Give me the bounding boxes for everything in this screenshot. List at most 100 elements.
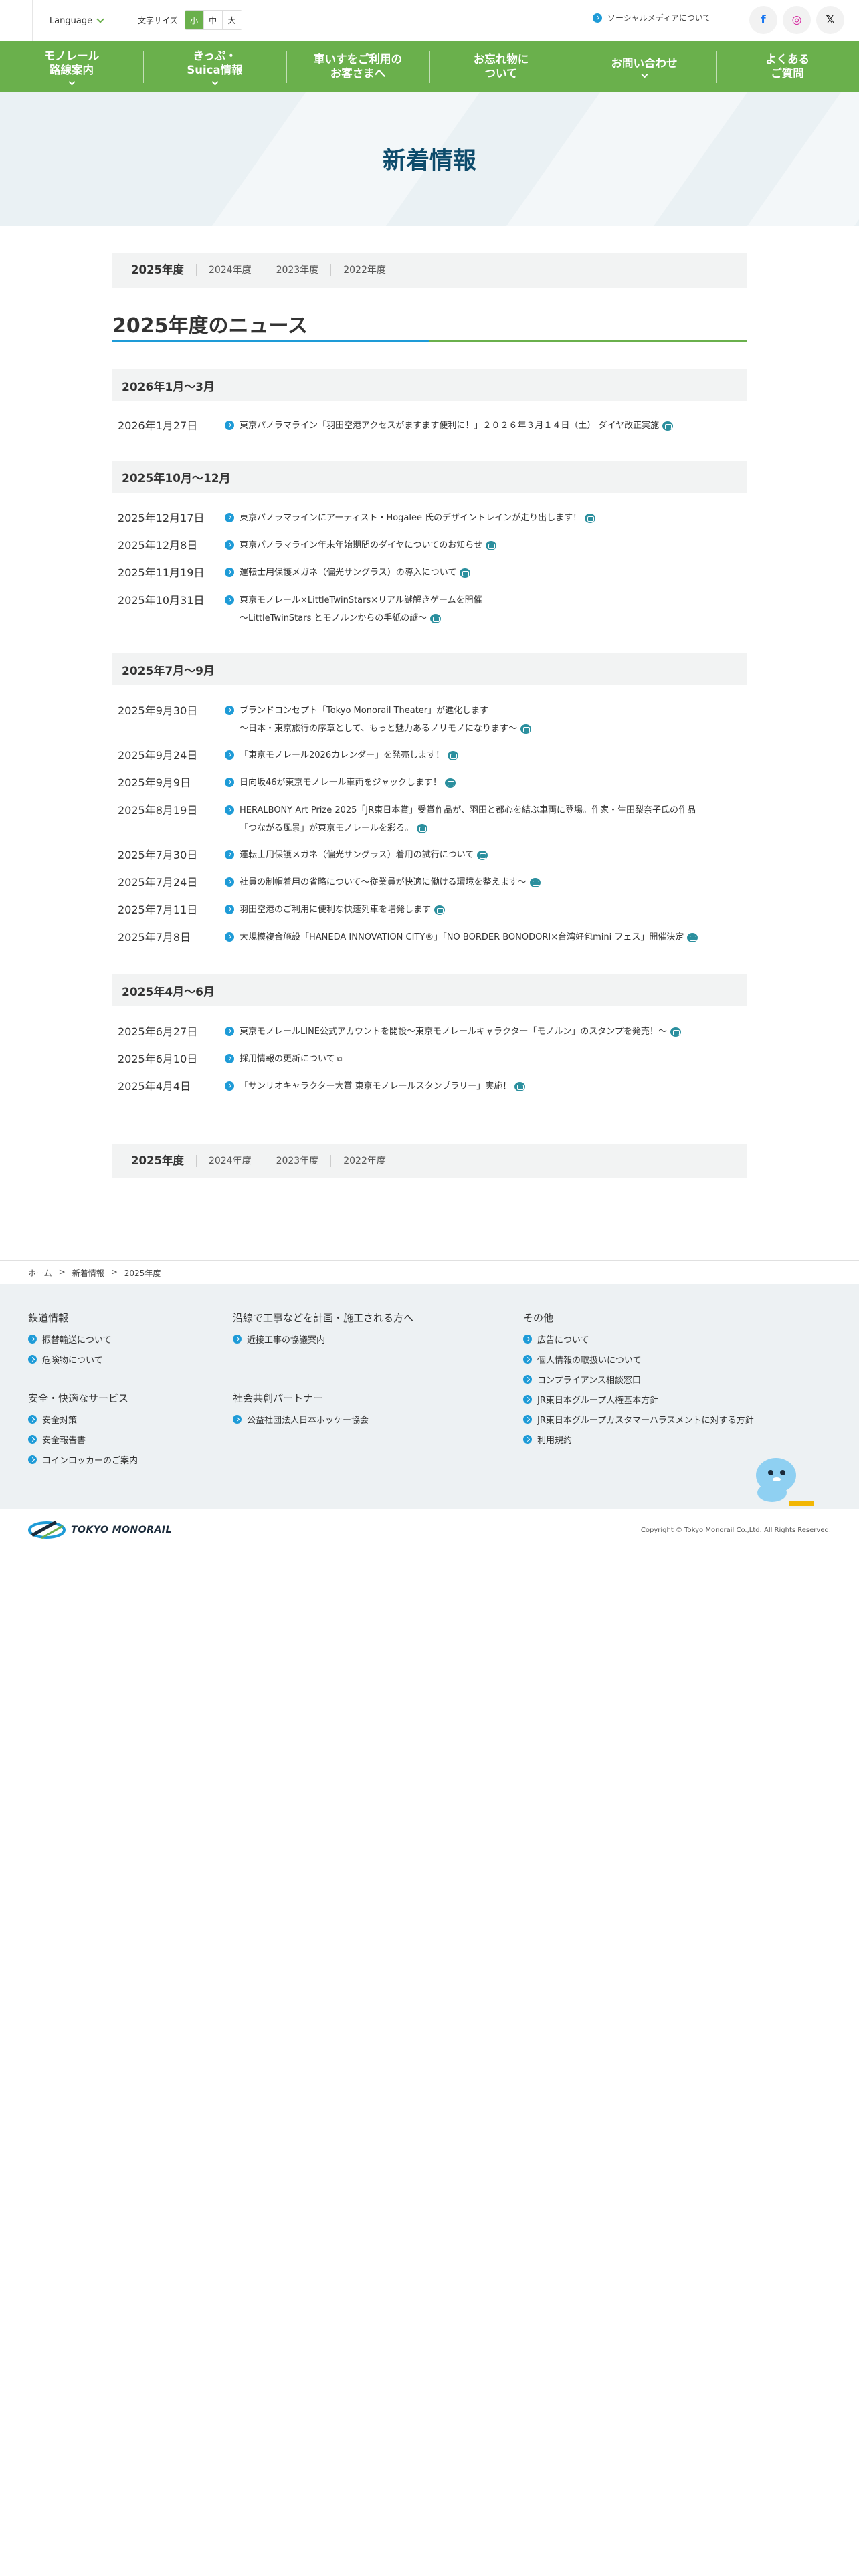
news-item[interactable]: 2025年9月24日 「東京モノレール2026カレンダー」を発売します！ (118, 746, 747, 764)
year-tabs: 2025年度 2024年度 2023年度 2022年度 (112, 253, 747, 288)
footer-link[interactable]: 振替輸送について (28, 1333, 112, 1346)
nav-tickets-suica[interactable]: きっぷ・ Suica情報 (143, 41, 286, 92)
news-item[interactable]: 2025年9月30日 ブランドコンセプト「Tokyo Monorail Thea… (118, 702, 747, 738)
arrow-circle-icon (225, 850, 234, 859)
footer-link-label: 危険物について (42, 1356, 103, 1366)
new-badge-icon (585, 513, 596, 523)
nav-label: ついて (484, 67, 518, 80)
nav-lost-items[interactable]: お忘れ物に ついて (430, 41, 573, 92)
news-date: 2025年12月17日 (118, 512, 205, 524)
year-tab-2024[interactable]: 2024年度 (195, 264, 264, 276)
news-item[interactable]: 2025年7月24日 社員の制帽着用の省略について〜従業員が快適に働ける環境を整… (118, 873, 747, 891)
copyright: Copyright © Tokyo Monorail Co.,Ltd. All … (640, 1527, 831, 1534)
nav-wheelchair[interactable]: 車いすをご利用の お客さまへ (286, 41, 430, 92)
footer-link[interactable]: 安全対策 (28, 1413, 77, 1426)
footer-link[interactable]: 利用規約 (523, 1433, 572, 1446)
arrow-circle-icon (28, 1435, 37, 1444)
year-tab-2024[interactable]: 2024年度 (195, 1155, 264, 1167)
font-size-large-button[interactable]: 大 (222, 11, 242, 29)
footer-link[interactable]: JR東日本グループカスタマーハラスメントに対する方針 (523, 1413, 754, 1426)
breadcrumb-home[interactable]: ホーム (28, 1267, 52, 1279)
news-title: 「サンリオキャラクター大賞 東京モノレールスタンプラリー」実施！ (240, 1081, 512, 1091)
news-item[interactable]: 2025年12月8日 東京パノラマライン年末年始期間のダイヤについてのお知らせ (118, 536, 747, 554)
footer-link-label: 安全報告書 (42, 1436, 86, 1446)
font-size-medium-button[interactable]: 中 (203, 11, 223, 29)
footer-link[interactable]: 広告について (523, 1333, 589, 1346)
footer-link[interactable]: 近接工事の協議案内 (233, 1333, 325, 1346)
language-selector[interactable]: Language (32, 0, 120, 41)
news-title: HERALBONY Art Prize 2025「JR東日本賞」受賞作品が、羽田… (240, 805, 696, 815)
news-item[interactable]: 2025年6月10日 採用情報の更新について ⧉ (118, 1050, 747, 1068)
arrow-circle-icon (225, 778, 234, 787)
news-date: 2025年11月19日 (118, 566, 205, 579)
footer-link[interactable]: コインロッカーのご案内 (28, 1453, 138, 1466)
news-item[interactable]: 2025年7月30日 運転士用保護メガネ（偏光サングラス）着用の試行について (118, 846, 747, 864)
year-tab-2022[interactable]: 2022年度 (330, 1155, 398, 1167)
footer-link[interactable]: JR東日本グループ人権基本方針 (523, 1393, 658, 1406)
footer-link[interactable]: 個人情報の取扱いについて (523, 1353, 642, 1366)
new-badge-icon (670, 1027, 681, 1037)
news-title: 「東京モノレール2026カレンダー」を発売します！ (240, 750, 445, 760)
font-size-label: 文字サイズ (138, 15, 178, 25)
footer-link-label: コンプライアンス相談窓口 (537, 1376, 641, 1386)
x-twitter-icon[interactable]: 𝕏 (816, 6, 844, 34)
news-item[interactable]: 2025年9月9日 日向坂46が東京モノレール車両をジャックします！ (118, 774, 747, 792)
footer-heading: 安全・快適なサービス (28, 1392, 129, 1404)
social-media-link[interactable]: ソーシャルメディアについて (593, 12, 711, 23)
news-item[interactable]: 2026年1月27日 東京パノラマライン「羽田空港アクセスがますます便利に！」２… (118, 417, 747, 435)
news-title: 運転士用保護メガネ（偏光サングラス）の導入について (240, 568, 457, 578)
news-item[interactable]: 2025年11月19日 運転士用保護メガネ（偏光サングラス）の導入について (118, 564, 747, 582)
footer-link[interactable]: 公益社団法人日本ホッケー協会 (233, 1413, 369, 1426)
new-badge-icon (477, 850, 488, 860)
new-badge-icon (520, 724, 531, 734)
news-item[interactable]: 2025年6月27日 東京モノレールLINE公式アカウントを開設〜東京モノレール… (118, 1023, 747, 1041)
font-size-small-button[interactable]: 小 (185, 11, 204, 29)
news-date: 2025年8月19日 (118, 804, 198, 817)
news-date: 2025年9月30日 (118, 704, 198, 717)
news-title: 大規模複合施設「HANEDA INNOVATION CITY®」「NO BORD… (240, 932, 684, 942)
year-tab-2023[interactable]: 2023年度 (263, 1155, 331, 1167)
news-date: 2025年7月30日 (118, 849, 198, 861)
nav-label: よくある (765, 53, 809, 66)
breadcrumb-news[interactable]: 新着情報 (72, 1267, 104, 1279)
news-item[interactable]: 2025年7月11日 羽田空港のご利用に便利な快速列車を増発します (118, 901, 747, 919)
footer-link-label: 安全対策 (42, 1416, 78, 1426)
global-nav: モノレール 路線案内 きっぷ・ Suica情報 車いすをご利用の お客さまへ お… (0, 41, 859, 92)
news-date: 2025年4月4日 (118, 1080, 191, 1093)
nav-route-guide[interactable]: モノレール 路線案内 (0, 41, 143, 92)
year-tab-2022[interactable]: 2022年度 (330, 264, 398, 276)
news-item[interactable]: 2025年4月4日 「サンリオキャラクター大賞 東京モノレールスタンプラリー」実… (118, 1077, 747, 1095)
footer-link[interactable]: 安全報告書 (28, 1433, 86, 1446)
footer-link[interactable]: 危険物について (28, 1353, 103, 1366)
news-item[interactable]: 2025年10月31日 東京モノレール×LittleTwinStars×リアル謎… (118, 591, 747, 627)
arrow-circle-icon (225, 421, 234, 430)
nav-label: モノレール (43, 49, 100, 63)
arrow-circle-icon (225, 905, 234, 914)
arrow-circle-icon (225, 805, 234, 815)
breadcrumb-separator: > (58, 1267, 66, 1277)
group-heading: 2026年1月〜3月 (112, 369, 747, 401)
footer-link[interactable]: コンプライアンス相談窓口 (523, 1373, 641, 1386)
footer-heading: その他 (523, 1312, 554, 1324)
arrow-circle-icon (523, 1375, 532, 1384)
news-item[interactable]: 2025年12月17日 東京パノラマラインにアーティスト・Hogalee 氏のデ… (118, 509, 747, 527)
footer-link-label: JR東日本グループカスタマーハラスメントに対する方針 (537, 1416, 754, 1426)
tokyo-monorail-logo[interactable]: TOKYO MONORAIL (28, 1518, 172, 1542)
footer-link-label: JR東日本グループ人権基本方針 (537, 1396, 659, 1406)
news-item[interactable]: 2025年7月8日 大規模複合施設「HANEDA INNOVATION CITY… (118, 928, 747, 946)
nav-label: お問い合わせ (611, 56, 678, 70)
facebook-icon[interactable]: f (749, 6, 777, 34)
arrow-circle-icon (225, 513, 234, 522)
group-heading: 2025年7月〜9月 (112, 653, 747, 685)
new-badge-icon (430, 613, 442, 623)
year-tab-2025[interactable]: 2025年度 (131, 264, 196, 276)
arrow-circle-icon (523, 1355, 532, 1364)
new-badge-icon (444, 778, 456, 788)
year-tab-2023[interactable]: 2023年度 (263, 264, 331, 276)
nav-contact[interactable]: お問い合わせ (573, 41, 716, 92)
breadcrumb: ホーム > 新着情報 > 2025年度 (28, 1267, 161, 1279)
news-item[interactable]: 2025年8月19日 HERALBONY Art Prize 2025「JR東日… (118, 801, 747, 837)
nav-faq[interactable]: よくある ご質問 (716, 41, 859, 92)
year-tab-2025[interactable]: 2025年度 (131, 1155, 196, 1167)
instagram-icon[interactable]: ◎ (783, 6, 811, 34)
